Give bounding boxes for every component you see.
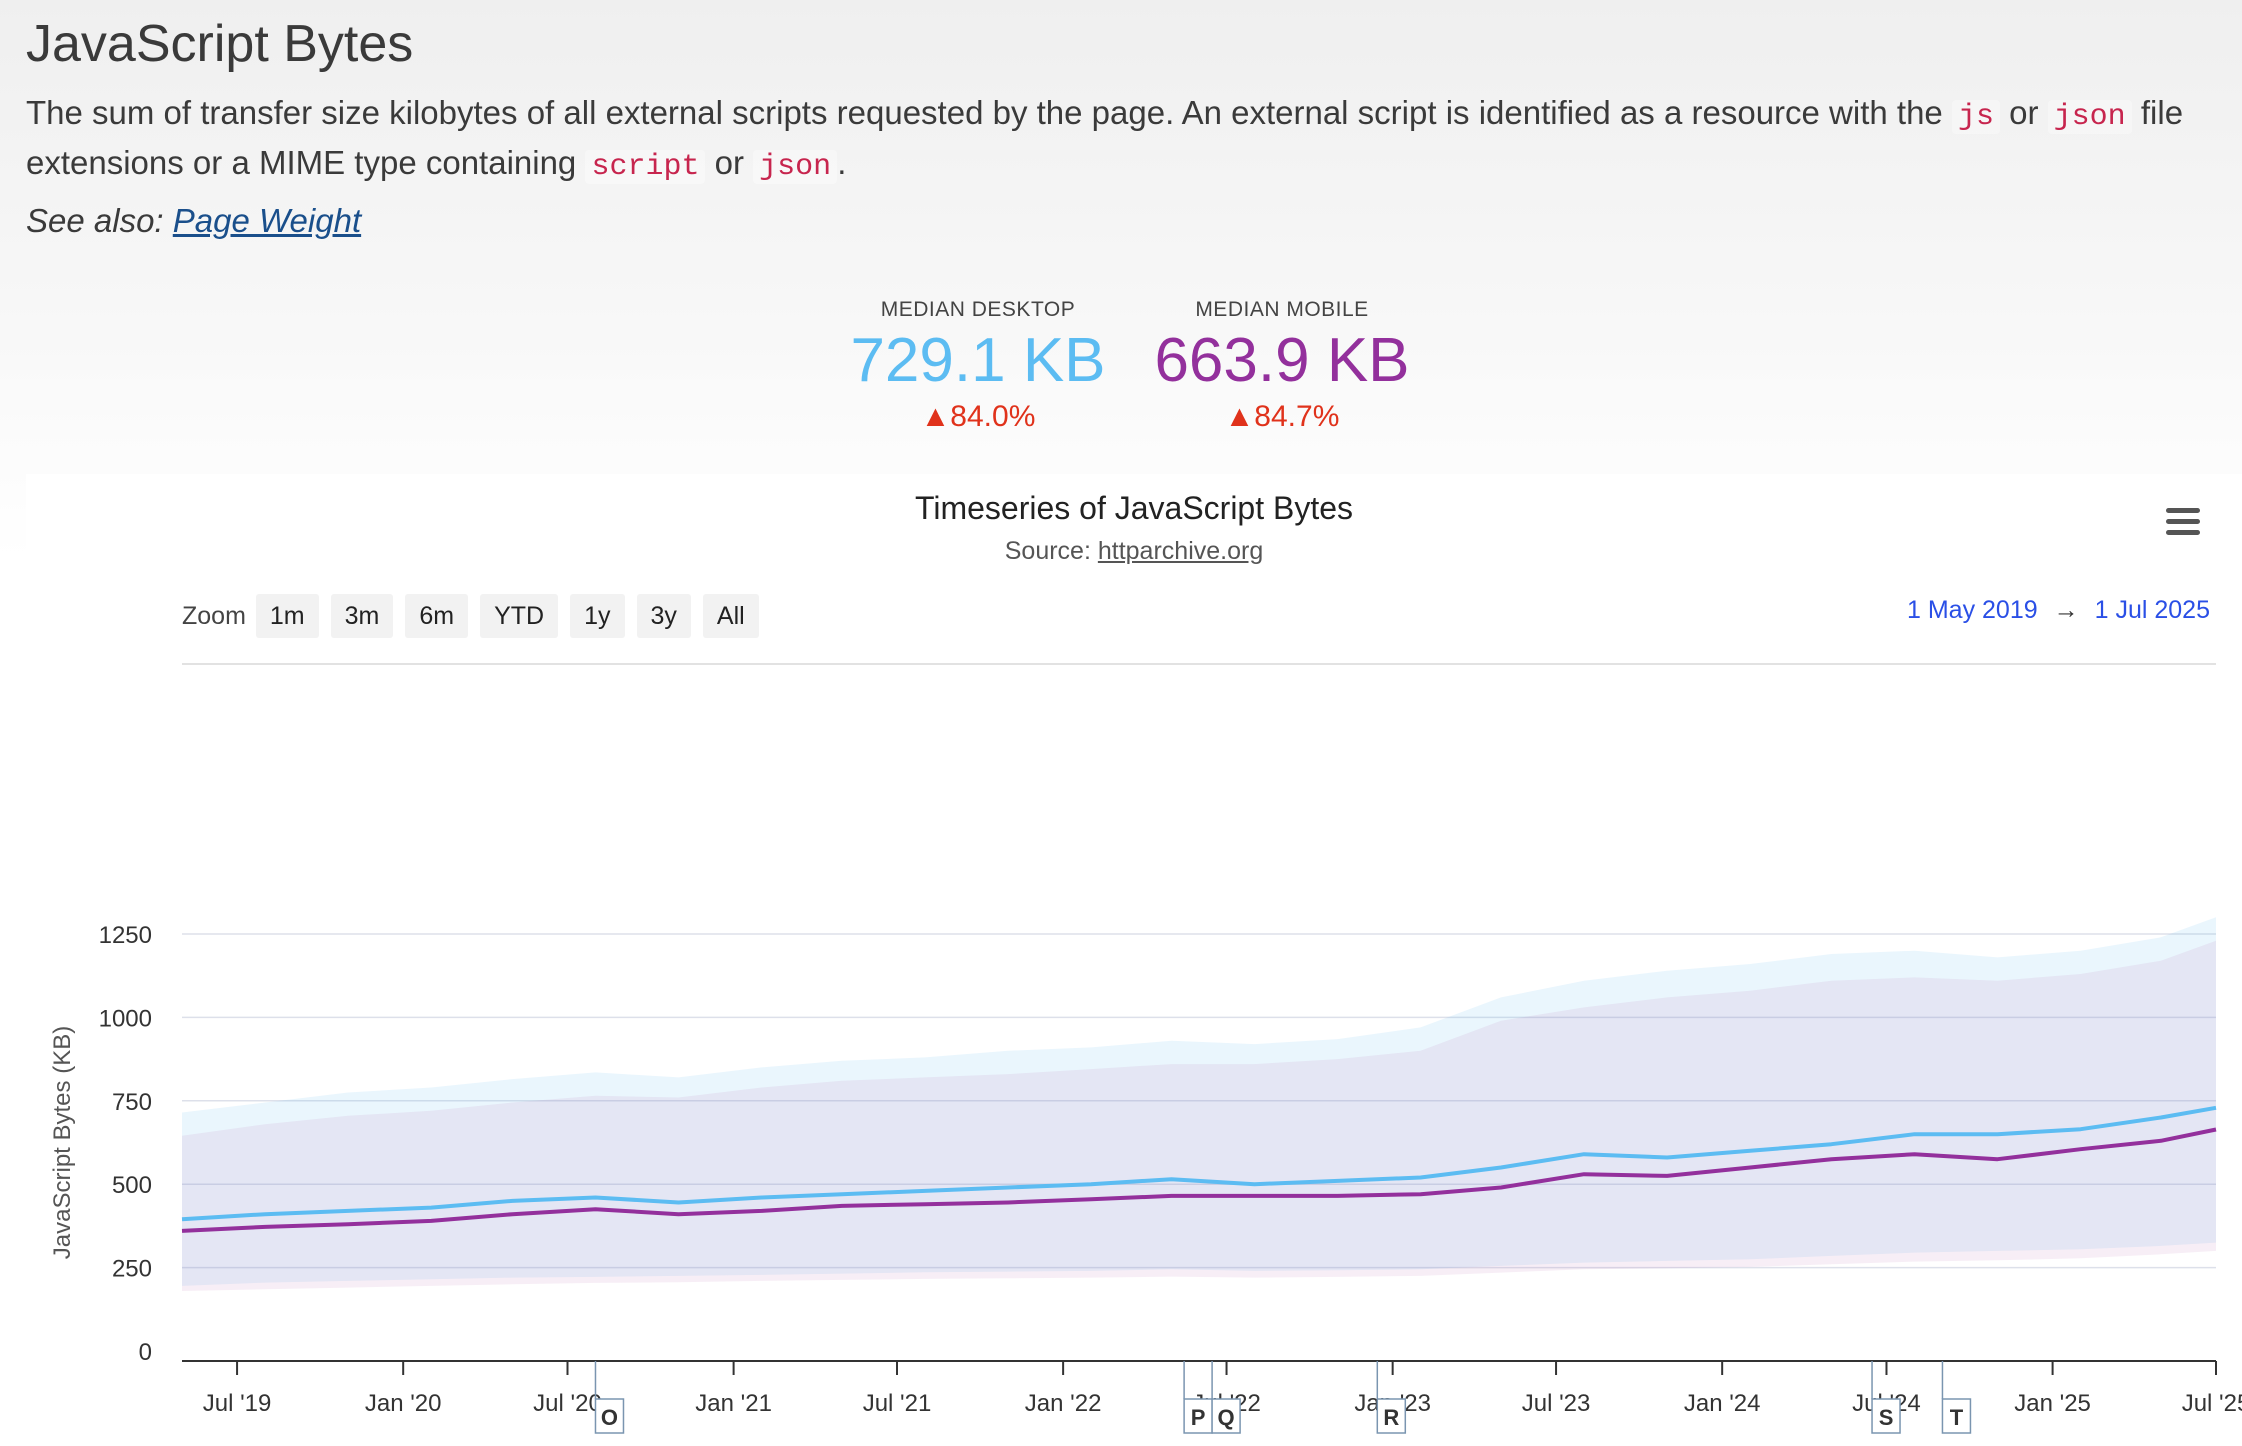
description-text: The sum of transfer size kilobytes of al… (26, 94, 1952, 131)
stat-desktop-label: MEDIAN DESKTOP (880, 298, 1076, 321)
x-tick-label: Jul '21 (863, 1390, 932, 1417)
flag-label: S (1879, 1405, 1894, 1430)
code-json-2: json (753, 150, 838, 184)
page-title: JavaScript Bytes (26, 15, 414, 73)
code-script: script (585, 150, 706, 184)
chart-container: Timeseries of JavaScript Bytes Source: h… (26, 474, 2242, 1446)
y-axis-label: JavaScript Bytes (KB) (49, 1026, 76, 1259)
y-tick-label: 500 (112, 1172, 152, 1199)
flag-label: T (1950, 1405, 1964, 1430)
description-or-2: or (705, 144, 754, 181)
x-tick-label: Jan '25 (2014, 1390, 2091, 1417)
x-tick-label: Jul '20 (533, 1390, 602, 1417)
stat-desktop-change: ▲84.0% (920, 400, 1036, 433)
flag-label: R (1383, 1405, 1399, 1430)
stat-mobile-label: MEDIAN MOBILE (1195, 298, 1369, 321)
stat-mobile-change: ▲84.7% (1224, 400, 1340, 433)
description-or: or (1999, 94, 2048, 131)
y-tick-label: 1000 (99, 1005, 152, 1032)
see-also-label: See also: (26, 202, 173, 239)
flag-label: O (601, 1405, 618, 1430)
x-tick-label: Jan '21 (695, 1390, 772, 1417)
page: JavaScript Bytes The sum of transfer siz… (0, 0, 2242, 1446)
timeseries-plot[interactable]: 0 250 500 750 1000 1250 JavaScript Bytes (KB) J… (26, 474, 2242, 1446)
x-tick-label: Jul '23 (1522, 1390, 1591, 1417)
stat-median-desktop: MEDIAN DESKTOP 729.1 KB ▲84.0% (818, 298, 1138, 434)
page-weight-link[interactable]: Page Weight (173, 202, 361, 239)
y-tick-label: 250 (112, 1256, 152, 1283)
stat-median-mobile: MEDIAN MOBILE 663.9 KB ▲84.7% (1122, 298, 1442, 434)
y-tick-label: 0 (139, 1339, 152, 1366)
y-tick-label: 750 (112, 1089, 152, 1116)
series-band-1 (182, 940, 2216, 1291)
stat-desktop-value: 729.1 KB (850, 326, 1106, 395)
description-end: . (837, 144, 847, 181)
x-tick-label: Jan '24 (1684, 1390, 1761, 1417)
x-tick-label: Jul '19 (203, 1390, 272, 1417)
x-tick-label: Jan '20 (365, 1390, 442, 1417)
y-tick-label: 1250 (99, 922, 152, 949)
code-js: js (1951, 100, 2000, 134)
code-json: json (2047, 100, 2132, 134)
x-tick-label: Jul '25 (2182, 1390, 2242, 1417)
flag-label: P (1191, 1405, 1206, 1430)
x-tick-label: Jan '22 (1025, 1390, 1102, 1417)
page-description: The sum of transfer size kilobytes of al… (26, 90, 2236, 190)
stat-mobile-value: 663.9 KB (1154, 326, 1410, 395)
flag-label: Q (1218, 1405, 1235, 1430)
see-also: See also: Page Weight (26, 202, 361, 240)
